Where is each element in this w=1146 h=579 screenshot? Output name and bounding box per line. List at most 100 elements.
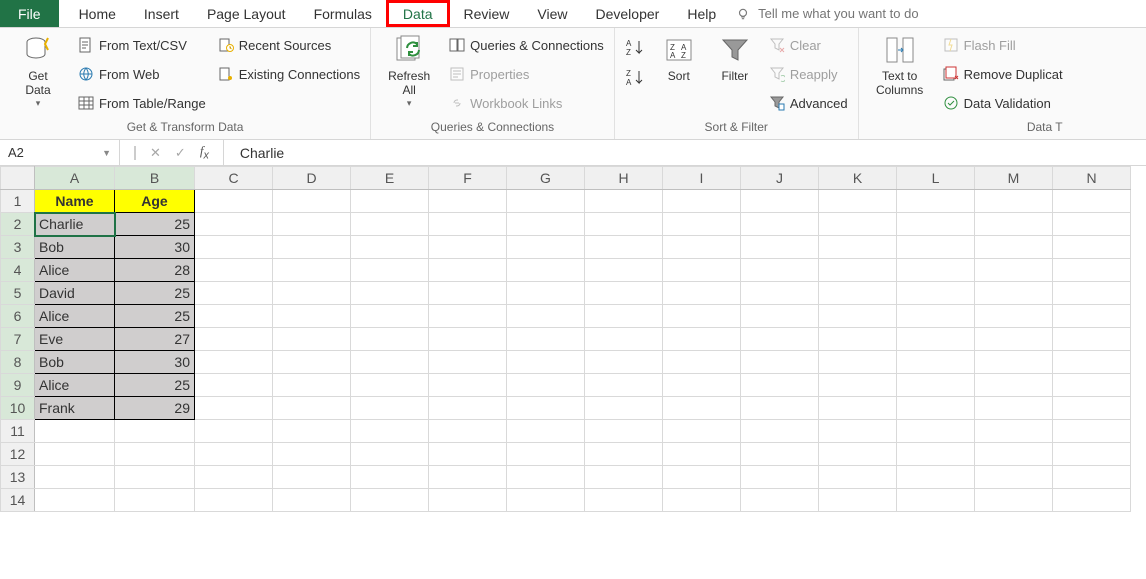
row-header[interactable]: 4 xyxy=(1,259,35,282)
advanced-filter-button[interactable]: Advanced xyxy=(769,92,848,114)
cell[interactable] xyxy=(273,328,351,351)
spreadsheet-grid[interactable]: A B C D E F G H I J K L M N 1 Name Age 2… xyxy=(0,166,1131,512)
cell[interactable] xyxy=(1053,466,1131,489)
cell[interactable] xyxy=(195,420,273,443)
cell[interactable] xyxy=(819,397,897,420)
cell-A2[interactable]: Charlie xyxy=(35,213,115,236)
cell[interactable] xyxy=(663,466,741,489)
cell[interactable] xyxy=(195,259,273,282)
cell[interactable] xyxy=(351,443,429,466)
cell[interactable] xyxy=(429,305,507,328)
cell[interactable] xyxy=(585,213,663,236)
cell[interactable] xyxy=(273,443,351,466)
cell[interactable] xyxy=(273,305,351,328)
cell[interactable] xyxy=(585,259,663,282)
cell[interactable] xyxy=(897,190,975,213)
cell[interactable] xyxy=(1053,397,1131,420)
cell-B2[interactable]: 25 xyxy=(115,213,195,236)
cell-B5[interactable]: 25 xyxy=(115,282,195,305)
recent-sources-button[interactable]: Recent Sources xyxy=(218,34,360,56)
from-web-button[interactable]: From Web xyxy=(78,63,206,85)
cell[interactable] xyxy=(897,213,975,236)
cell[interactable] xyxy=(351,282,429,305)
cell[interactable] xyxy=(663,328,741,351)
cell[interactable] xyxy=(35,489,115,512)
cell[interactable] xyxy=(819,466,897,489)
cell-B6[interactable]: 25 xyxy=(115,305,195,328)
row-header[interactable]: 11 xyxy=(1,420,35,443)
cell[interactable] xyxy=(975,305,1053,328)
cell[interactable] xyxy=(507,489,585,512)
cell[interactable] xyxy=(897,351,975,374)
cell[interactable] xyxy=(429,282,507,305)
cell[interactable] xyxy=(273,489,351,512)
cell[interactable] xyxy=(897,305,975,328)
cell[interactable] xyxy=(115,443,195,466)
cell[interactable] xyxy=(429,328,507,351)
tab-page-layout[interactable]: Page Layout xyxy=(193,0,300,27)
cell[interactable] xyxy=(663,190,741,213)
cell[interactable] xyxy=(585,190,663,213)
sort-asc-button[interactable]: AZ xyxy=(625,38,645,58)
cell[interactable] xyxy=(585,305,663,328)
cell[interactable] xyxy=(897,374,975,397)
cell[interactable] xyxy=(741,282,819,305)
get-data-button[interactable]: Get Data ▾ xyxy=(10,32,66,109)
col-header-E[interactable]: E xyxy=(351,167,429,190)
text-to-columns-button[interactable]: Text to Columns xyxy=(869,32,931,98)
cell-B9[interactable]: 25 xyxy=(115,374,195,397)
cell[interactable] xyxy=(975,282,1053,305)
cell[interactable] xyxy=(429,351,507,374)
cell[interactable] xyxy=(429,374,507,397)
row-header[interactable]: 3 xyxy=(1,236,35,259)
tell-me-input[interactable] xyxy=(756,5,976,22)
cell[interactable] xyxy=(195,328,273,351)
cell[interactable] xyxy=(741,420,819,443)
cell[interactable] xyxy=(741,305,819,328)
cell[interactable] xyxy=(741,236,819,259)
row-header[interactable]: 10 xyxy=(1,397,35,420)
cell[interactable] xyxy=(35,466,115,489)
cell-B10[interactable]: 29 xyxy=(115,397,195,420)
col-header-K[interactable]: K xyxy=(819,167,897,190)
cell[interactable] xyxy=(1053,328,1131,351)
col-header-A[interactable]: A xyxy=(35,167,115,190)
cell[interactable] xyxy=(507,305,585,328)
cell[interactable] xyxy=(507,236,585,259)
cell[interactable] xyxy=(975,420,1053,443)
cell[interactable] xyxy=(1053,282,1131,305)
cell[interactable] xyxy=(897,420,975,443)
cell-A7[interactable]: Eve xyxy=(35,328,115,351)
cell[interactable] xyxy=(897,489,975,512)
cell[interactable] xyxy=(975,213,1053,236)
row-header[interactable]: 8 xyxy=(1,351,35,374)
cell[interactable] xyxy=(819,351,897,374)
cell[interactable] xyxy=(351,305,429,328)
tab-home[interactable]: Home xyxy=(65,0,130,27)
cell[interactable] xyxy=(663,282,741,305)
cell-A3[interactable]: Bob xyxy=(35,236,115,259)
cell[interactable] xyxy=(663,443,741,466)
cell-B4[interactable]: 28 xyxy=(115,259,195,282)
from-table-range-button[interactable]: From Table/Range xyxy=(78,92,206,114)
cell[interactable] xyxy=(975,466,1053,489)
cell-A4[interactable]: Alice xyxy=(35,259,115,282)
cell[interactable] xyxy=(429,420,507,443)
tab-help[interactable]: Help xyxy=(673,0,730,27)
col-header-I[interactable]: I xyxy=(663,167,741,190)
cell[interactable] xyxy=(351,374,429,397)
cell[interactable] xyxy=(585,351,663,374)
cell[interactable] xyxy=(507,397,585,420)
cell[interactable] xyxy=(195,305,273,328)
cell[interactable] xyxy=(585,397,663,420)
cell[interactable] xyxy=(35,443,115,466)
cell[interactable] xyxy=(1053,236,1131,259)
cell[interactable] xyxy=(663,397,741,420)
col-header-M[interactable]: M xyxy=(975,167,1053,190)
cell[interactable] xyxy=(351,466,429,489)
cell[interactable] xyxy=(351,259,429,282)
cell[interactable] xyxy=(1053,213,1131,236)
tab-insert[interactable]: Insert xyxy=(130,0,193,27)
cell-A9[interactable]: Alice xyxy=(35,374,115,397)
cell[interactable] xyxy=(975,259,1053,282)
